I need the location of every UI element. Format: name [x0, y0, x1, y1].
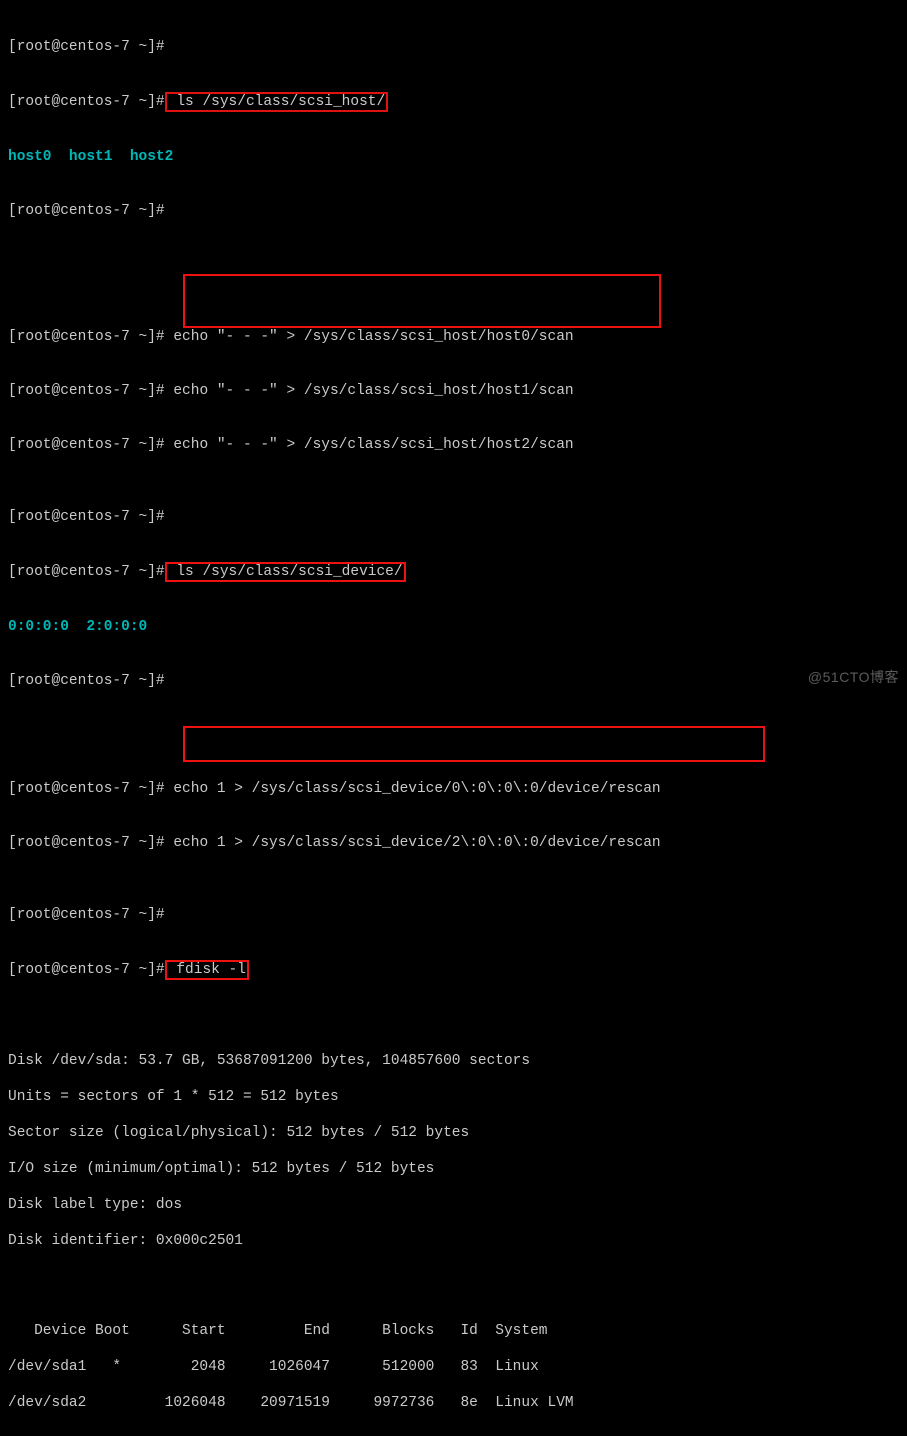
highlight-fdisk: fdisk -l	[165, 960, 249, 980]
prompt: [root@centos-7 ~]#	[8, 781, 165, 797]
fdisk-iosize: I/O size (minimum/optimal): 512 bytes / …	[8, 1160, 903, 1178]
prompt: [root@centos-7 ~]#	[8, 39, 165, 55]
partition-table-header: Device Boot Start End Blocks Id System	[8, 1322, 903, 1340]
cmd-echo-host0: echo "- - -" > /sys/class/scsi_host/host…	[165, 329, 574, 345]
fdisk-disk-sda: Disk /dev/sda: 53.7 GB, 53687091200 byte…	[8, 1052, 903, 1070]
highlight-ls-scsi-device: ls /sys/class/scsi_device/	[165, 562, 406, 582]
cmd-rescan0: echo 1 > /sys/class/scsi_device/0\:0\:0\…	[165, 781, 661, 797]
cmd-rescan2: echo 1 > /sys/class/scsi_device/2\:0\:0\…	[165, 835, 661, 851]
watermark: @51CTO博客	[808, 668, 899, 686]
prompt: [root@centos-7 ~]#	[8, 564, 165, 580]
fdisk-disk-identifier: Disk identifier: 0x000c2501	[8, 1232, 903, 1250]
highlight-echo-scan-block	[183, 274, 661, 328]
highlight-ls-scsi-host: ls /sys/class/scsi_host/	[165, 92, 389, 112]
highlight-rescan-block	[183, 726, 765, 762]
cmd-echo-host1: echo "- - -" > /sys/class/scsi_host/host…	[165, 383, 574, 399]
prompt: [root@centos-7 ~]#	[8, 203, 165, 219]
fdisk-sector: Sector size (logical/physical): 512 byte…	[8, 1124, 903, 1142]
terminal[interactable]: [root@centos-7 ~]# [root@centos-7 ~]# ls…	[0, 0, 907, 1436]
prompt: [root@centos-7 ~]#	[8, 907, 165, 923]
output-hosts: host0 host1 host2	[8, 149, 173, 165]
prompt: [root@centos-7 ~]#	[8, 673, 165, 689]
prompt: [root@centos-7 ~]#	[8, 437, 165, 453]
prompt: [root@centos-7 ~]#	[8, 329, 165, 345]
fdisk-units: Units = sectors of 1 * 512 = 512 bytes	[8, 1088, 903, 1106]
partition-row-sda2: /dev/sda2 1026048 20971519 9972736 8e Li…	[8, 1394, 903, 1412]
prompt: [root@centos-7 ~]#	[8, 509, 165, 525]
prompt: [root@centos-7 ~]#	[8, 962, 165, 978]
prompt: [root@centos-7 ~]#	[8, 94, 165, 110]
prompt: [root@centos-7 ~]#	[8, 383, 165, 399]
cmd-echo-host2: echo "- - -" > /sys/class/scsi_host/host…	[165, 437, 574, 453]
partition-row-sda1: /dev/sda1 * 2048 1026047 512000 83 Linux	[8, 1358, 903, 1376]
fdisk-disk-label-type: Disk label type: dos	[8, 1196, 903, 1214]
output-devices: 0:0:0:0 2:0:0:0	[8, 619, 147, 635]
prompt: [root@centos-7 ~]#	[8, 835, 165, 851]
